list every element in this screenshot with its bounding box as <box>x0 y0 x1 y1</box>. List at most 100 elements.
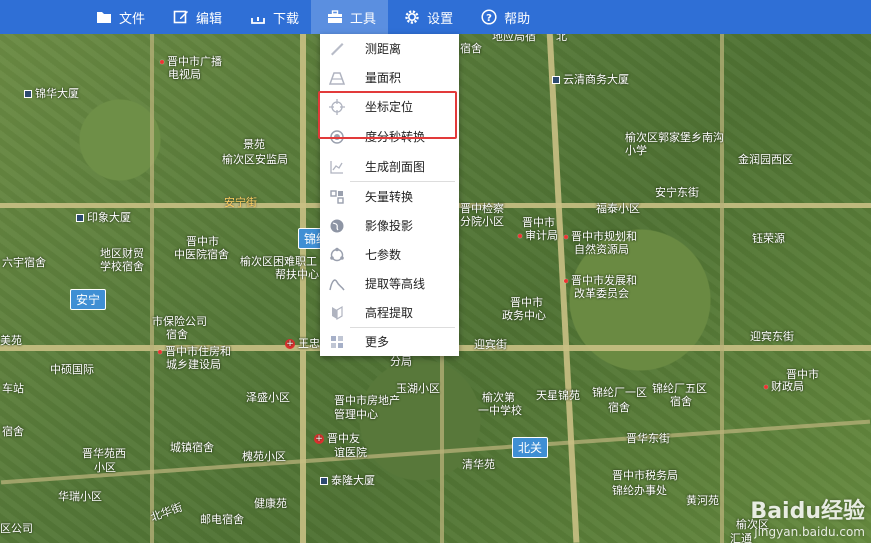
map-poi: 北华街 <box>148 500 185 525</box>
menu-item-extract-contour[interactable]: 提取等高线 <box>320 269 459 298</box>
map-poi: 宿舍 <box>2 425 24 438</box>
toolbar-tools[interactable]: 工具 <box>311 0 389 34</box>
map-poi: 分局 <box>390 355 412 368</box>
map-poi: 清华苑 <box>462 458 495 471</box>
menu-item-coordinate-locate[interactable]: 坐标定位 <box>320 92 459 121</box>
map-poi: 小学 <box>625 144 647 157</box>
map-poi: 泽盛小区 <box>246 391 290 404</box>
map-poi: 晋华东街 <box>626 432 670 445</box>
elevation-icon <box>329 305 345 321</box>
map-poi: 晋华苑西 <box>82 447 126 460</box>
menu-item-measure-distance[interactable]: 测距离 <box>320 34 459 63</box>
grid-icon <box>329 334 345 350</box>
menu-item-elevation-extract[interactable]: 高程提取 <box>320 298 459 327</box>
map-poi: 榆次第 <box>482 391 515 404</box>
globe-icon <box>329 218 345 234</box>
map-poi[interactable]: 晋中市广播 <box>160 55 222 68</box>
map-poi[interactable]: 印象大厦 <box>76 211 131 224</box>
road-jinhua-street <box>0 419 871 485</box>
map-poi: 晋中市房地产 <box>334 394 400 407</box>
map-poi[interactable]: 审计局 <box>518 229 558 242</box>
map-poi: 美苑 <box>0 334 22 347</box>
map-poi: 宿舍 <box>608 401 630 414</box>
menu-item-seven-params[interactable]: 七参数 <box>320 240 459 269</box>
map-poi: 中医院宿舍 <box>174 248 229 261</box>
map-poi: 学校宿舍 <box>100 260 144 273</box>
poi-dot-icon <box>564 235 568 239</box>
map-poi: 分院小区 <box>460 215 504 228</box>
menu-item-dms-convert[interactable]: 度分秒转换 <box>320 122 459 151</box>
map-poi: 黄河苑 <box>686 494 719 507</box>
map-poi: 安宁东街 <box>655 186 699 199</box>
map-poi[interactable]: 晋中市住房和 <box>158 345 231 358</box>
building-icon <box>320 477 328 485</box>
map-poi: 电视局 <box>168 68 201 81</box>
map-poi: 健康苑 <box>254 497 287 510</box>
gear-icon <box>405 10 419 24</box>
map-poi: 一中学校 <box>478 404 522 417</box>
map-poi: 锦纶厂一区 <box>592 386 647 399</box>
map-poi: 城镇宿舍 <box>170 441 214 454</box>
toolbar-edit[interactable]: 编辑 <box>157 0 234 34</box>
map-poi: 榆次区郭家堡乡南沟 <box>625 131 724 144</box>
map-poi[interactable]: + 王忠 <box>285 337 320 350</box>
map-poi: 福泰小区 <box>596 202 640 215</box>
road-label-anning-street: 安宁街 <box>224 196 257 209</box>
tools-dropdown-menu: 测距离 量面积 坐标定位 度分秒转换 生成剖面图 矢量转换 影像投影 七参数 提… <box>320 34 459 356</box>
map-poi: 锦纶办事处 <box>612 484 667 497</box>
map-poi: 市保险公司 <box>152 315 207 328</box>
main-toolbar: 文件 编辑 下载 工具 设置 ? 帮助 <box>0 0 871 34</box>
poi-dot-icon <box>564 279 568 283</box>
map-poi: 景苑 <box>243 138 265 151</box>
map-poi[interactable]: 云清商务大厦 <box>552 73 629 86</box>
menu-item-measure-area[interactable]: 量面积 <box>320 63 459 92</box>
map-poi: 管理中心 <box>334 408 378 421</box>
area-icon <box>329 70 345 86</box>
road-vertical-west2 <box>150 30 154 543</box>
map-poi: 晋中市税务局 <box>612 469 678 482</box>
map-poi[interactable]: + 晋中友 <box>314 432 360 445</box>
map-poi: 地区财贸 <box>100 247 144 260</box>
toolbar-file[interactable]: 文件 <box>80 0 157 34</box>
map-poi: 六宇宿舍 <box>2 256 46 269</box>
toolbar-help[interactable]: ? 帮助 <box>465 0 542 34</box>
map-poi: 自然资源局 <box>574 243 629 256</box>
map-poi: 锦纶厂五区 <box>652 382 707 395</box>
map-poi: 天星锦苑 <box>536 389 580 402</box>
map-poi: 城乡建设局 <box>166 358 221 371</box>
district-tag-anning[interactable]: 安宁 <box>70 289 107 310</box>
map-poi: 迎宾街 <box>474 338 507 351</box>
map-poi: 邮电宿舍 <box>200 513 244 526</box>
contour-icon <box>329 276 345 292</box>
map-poi: 晋中市 <box>186 235 219 248</box>
edit-icon <box>173 10 189 24</box>
map-poi: 榆次区困难职工 <box>240 255 317 268</box>
toolbar-settings[interactable]: 设置 <box>388 0 465 34</box>
menu-item-image-projection[interactable]: 影像投影 <box>320 211 459 240</box>
download-icon <box>251 17 265 24</box>
road-vertical-west <box>300 30 306 543</box>
map-poi: 钰荣源 <box>752 232 785 245</box>
map-poi: 帮扶中心 <box>275 268 319 281</box>
map-poi: 金润园西区 <box>738 153 793 166</box>
map-poi[interactable]: 晋中市规划和 <box>564 230 637 243</box>
map-poi[interactable]: 晋中市发展和 <box>564 274 637 287</box>
building-icon <box>24 90 32 98</box>
map-poi: 晋中市 <box>510 296 543 309</box>
map-poi[interactable]: 泰隆大厦 <box>320 474 375 487</box>
map-poi: 宿舍 <box>460 42 482 55</box>
map-poi: 汇通 <box>730 532 752 543</box>
menu-item-profile[interactable]: 生成剖面图 <box>320 152 459 181</box>
svg-text:?: ? <box>486 13 492 24</box>
hospital-icon: + <box>285 339 295 349</box>
map-poi: 宿舍 <box>166 328 188 341</box>
menu-item-more[interactable]: 更多 <box>320 327 459 356</box>
params-icon <box>329 247 345 263</box>
map-poi[interactable]: 锦华大厦 <box>24 87 79 100</box>
map-poi: 晋中检察 <box>460 202 504 215</box>
map-poi[interactable]: 财政局 <box>764 380 804 393</box>
district-tag-beiguan[interactable]: 北关 <box>512 437 549 458</box>
menu-item-vector-convert[interactable]: 矢量转换 <box>320 182 459 211</box>
toolbar-download[interactable]: 下载 <box>234 0 311 34</box>
map-poi: 宿舍 <box>670 395 692 408</box>
